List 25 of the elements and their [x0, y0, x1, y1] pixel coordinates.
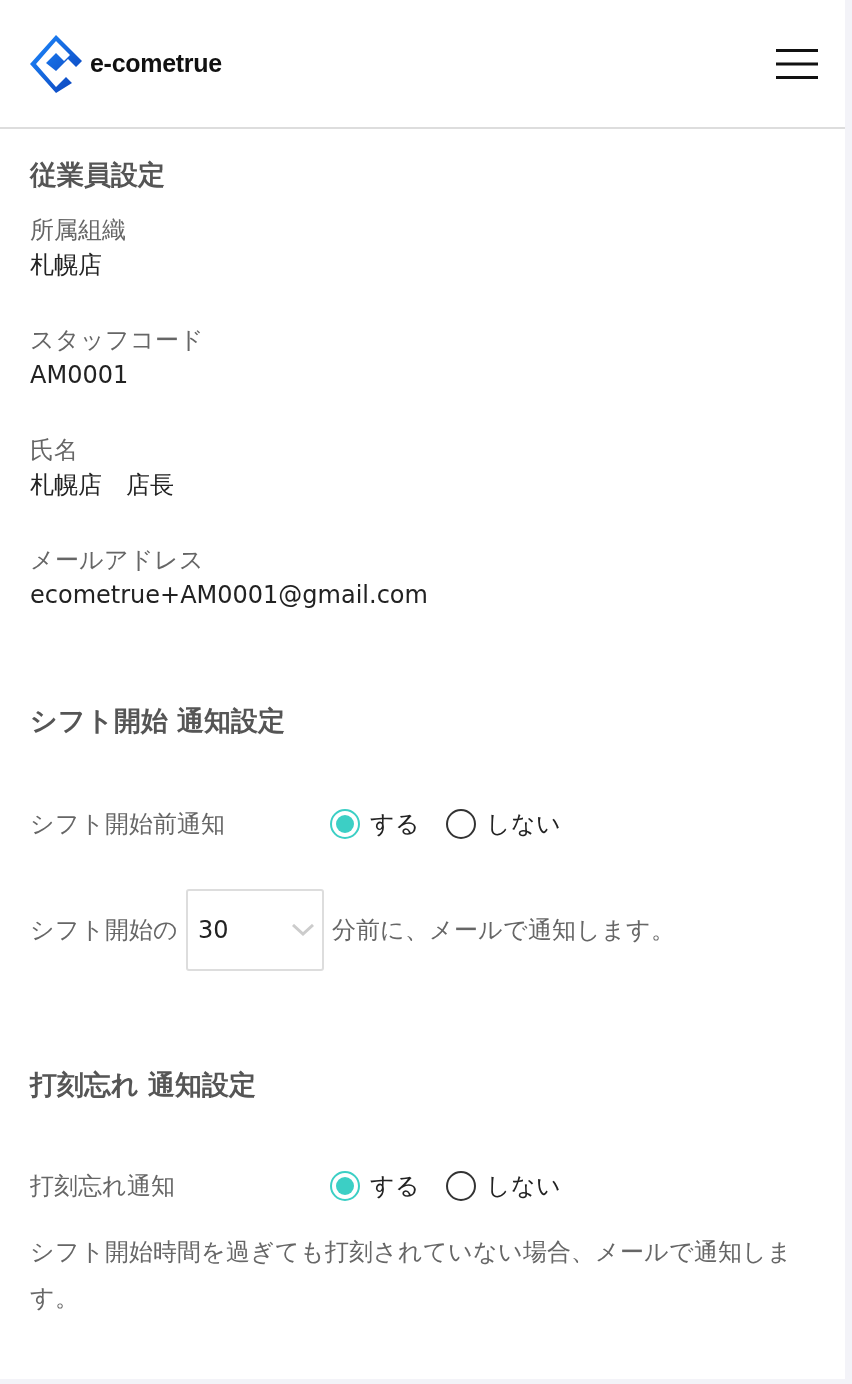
radio-option[interactable]: しない — [446, 1170, 561, 1202]
field-value: AM0001 — [30, 360, 130, 391]
minutes-select[interactable]: 30 — [186, 889, 324, 971]
field-label: 氏名 — [30, 435, 79, 466]
section-title: シフト開始 通知設定 — [30, 704, 287, 738]
field-value: 札幌店 — [30, 250, 103, 281]
menu-icon[interactable] — [776, 47, 818, 80]
radio-option[interactable]: する — [330, 1170, 420, 1202]
radio-option[interactable]: しない — [446, 808, 561, 840]
section-title: 従業員設定 — [30, 158, 166, 192]
logo-text: e-cometrue — [90, 49, 222, 78]
section-title: 打刻忘れ 通知設定 — [30, 1068, 258, 1102]
chevron-icon — [292, 924, 314, 936]
field-label: スタッフコード — [30, 325, 205, 356]
logo-icon — [30, 34, 82, 93]
sentence-text: シフト開始の — [30, 915, 178, 946]
radio-option[interactable]: する — [330, 808, 420, 840]
field-value: 札幌店 店長 — [30, 470, 175, 501]
note-text: シフト開始時間を過ぎても打刻されていない場合、メールで通知します。 — [30, 1237, 793, 1314]
field-label: メールアドレス — [30, 545, 205, 576]
field-value: ecometrue+AM0001@gmail.com — [30, 580, 429, 611]
sentence-text: 分前に、メールで通知します。 — [332, 915, 675, 946]
setting-label: 打刻忘れ通知 — [30, 1171, 176, 1202]
setting-label: シフト開始前通知 — [30, 809, 226, 840]
field-label: 所属組織 — [30, 215, 127, 246]
